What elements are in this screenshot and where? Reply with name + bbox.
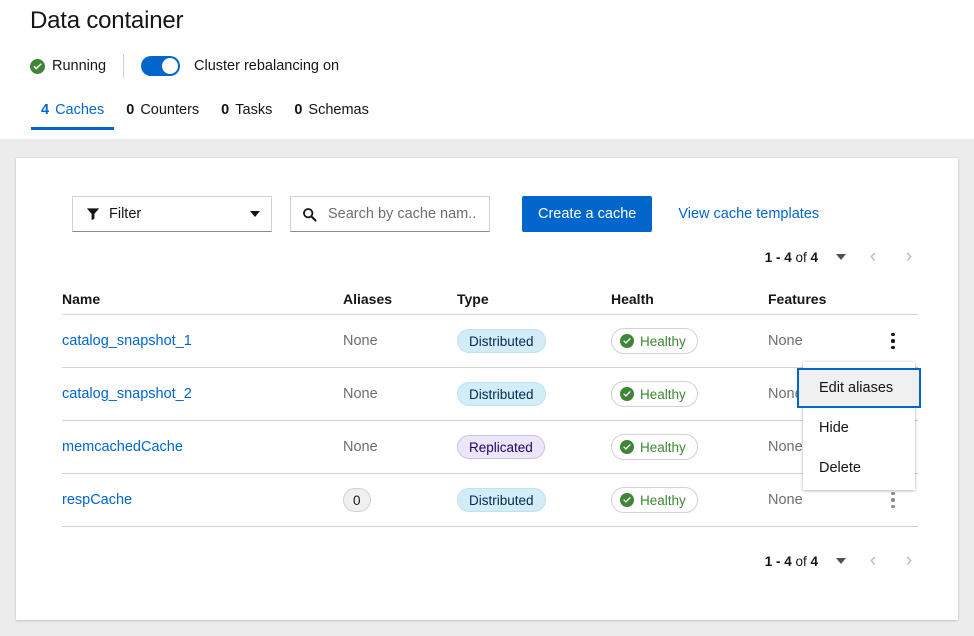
chevron-down-icon	[836, 558, 846, 564]
toggle-knob	[162, 58, 179, 74]
pagination-bottom-summary: 1 - 4 of 4	[765, 554, 818, 569]
cluster-rebalancing-toggle[interactable]	[141, 56, 181, 76]
chevron-down-icon	[836, 254, 846, 260]
check-circle-icon	[620, 440, 634, 454]
cache-health-label: Healthy	[640, 333, 686, 349]
pagination-top-of: of	[791, 249, 811, 265]
pagination-bottom-range: 1 - 4	[764, 553, 792, 569]
pagination-bottom-next-button[interactable]: ›	[892, 546, 926, 576]
cache-type-badge: Replicated	[457, 435, 545, 459]
cache-features: None	[768, 439, 803, 455]
chevron-down-icon	[250, 211, 260, 217]
cache-health-badge: Healthy	[611, 487, 698, 513]
pagination-bottom-total: 4	[810, 553, 818, 569]
tab-schemas-count: 0	[294, 102, 303, 118]
cache-name-link[interactable]: catalog_snapshot_1	[62, 333, 192, 349]
column-header-aliases: Aliases	[343, 290, 393, 307]
pagination-bottom: 1 - 4 of 4 ‹ ›	[765, 546, 926, 576]
table-row: memcachedCache None Replicated Healthy N…	[62, 421, 918, 474]
rebalancing-control: Cluster rebalancing on	[141, 56, 339, 76]
filter-dropdown[interactable]: Filter	[72, 196, 272, 232]
filter-label: Filter	[109, 206, 142, 222]
tab-schemas[interactable]: 0 Schemas	[283, 98, 380, 130]
cache-health-label: Healthy	[640, 386, 686, 402]
cache-health-badge: Healthy	[611, 381, 698, 407]
tab-tasks-label: Tasks	[235, 102, 273, 118]
pagination-bottom-prev-button[interactable]: ‹	[856, 546, 890, 576]
pagination-top: 1 - 4 of 4 ‹ ›	[765, 242, 926, 272]
column-header-features: Features	[768, 290, 827, 307]
cache-health-badge: Healthy	[611, 434, 698, 460]
pagination-top-total: 4	[810, 249, 818, 265]
tab-tasks-count: 0	[221, 102, 230, 118]
create-cache-button[interactable]: Create a cache	[522, 196, 653, 232]
check-circle-icon	[30, 58, 45, 74]
cache-type-badge: Distributed	[457, 382, 546, 406]
tab-counters-count: 0	[126, 102, 135, 118]
menu-item-edit-aliases[interactable]: Edit aliases	[797, 368, 921, 408]
status-label: Running	[52, 58, 107, 74]
view-cache-templates-link[interactable]: View cache templates	[678, 206, 819, 222]
cache-aliases-badge: 0	[343, 488, 371, 512]
cache-type-badge: Distributed	[457, 488, 546, 512]
menu-item-delete[interactable]: Delete	[803, 448, 915, 488]
funnel-icon	[86, 208, 100, 221]
tab-bar: 4 Caches 0 Counters 0 Tasks 0 Schemas	[30, 98, 380, 130]
pagination-top-summary: 1 - 4 of 4	[765, 250, 818, 265]
cache-name-link[interactable]: memcachedCache	[62, 439, 183, 455]
pagination-bottom-of: of	[791, 553, 811, 569]
pagination-top-next-button[interactable]: ›	[892, 242, 926, 272]
rebalancing-label: Cluster rebalancing on	[194, 58, 340, 74]
cache-health-label: Healthy	[640, 439, 686, 455]
table-header-row: Name Aliases Type Health Features	[62, 283, 918, 315]
menu-item-hide[interactable]: Hide	[803, 408, 915, 448]
table-row: catalog_snapshot_1 None Distributed Heal…	[62, 315, 918, 368]
cache-type-badge: Distributed	[457, 329, 546, 353]
row-actions-menu: Edit aliases Hide Delete	[797, 362, 921, 490]
caches-table: Name Aliases Type Health Features catalo…	[62, 283, 918, 527]
tab-caches-label: Caches	[55, 102, 105, 118]
check-circle-icon	[620, 334, 634, 348]
search-input[interactable]	[326, 205, 479, 223]
cache-aliases: None	[343, 333, 378, 349]
cache-name-link[interactable]: catalog_snapshot_2	[62, 386, 192, 402]
cache-aliases: None	[343, 386, 378, 402]
container-status: Running	[30, 58, 106, 74]
tab-counters-label: Counters	[140, 102, 200, 118]
check-circle-icon	[620, 493, 634, 507]
pagination-top-perpage-toggle[interactable]	[828, 244, 854, 270]
column-header-health: Health	[611, 290, 654, 307]
table-row: catalog_snapshot_2 None Distributed Heal…	[62, 368, 918, 421]
pagination-top-prev-button[interactable]: ‹	[856, 242, 890, 272]
cache-features: None	[768, 333, 803, 349]
tab-caches-count: 4	[41, 102, 50, 118]
check-circle-icon	[620, 387, 634, 401]
pagination-bottom-perpage-toggle[interactable]	[828, 548, 854, 574]
cache-health-label: Healthy	[640, 492, 686, 508]
cache-aliases: None	[343, 439, 378, 455]
page-title: Data container	[30, 7, 184, 34]
tab-tasks[interactable]: 0 Tasks	[210, 98, 283, 130]
tab-schemas-label: Schemas	[308, 102, 369, 118]
caches-toolbar: Filter Create a cache View cache templat…	[72, 196, 819, 232]
column-header-type: Type	[457, 290, 489, 307]
page-header: Data container Running Cluster rebalanci…	[0, 0, 974, 139]
app-root: Data container Running Cluster rebalanci…	[0, 0, 974, 636]
table-row: respCache 0 Distributed Healthy None	[62, 474, 918, 527]
column-header-name: Name	[62, 290, 101, 307]
pagination-top-range: 1 - 4	[764, 249, 792, 265]
cache-health-badge: Healthy	[611, 328, 698, 354]
tab-counters[interactable]: 0 Counters	[115, 98, 210, 130]
divider	[123, 54, 125, 78]
status-row: Running Cluster rebalancing on	[30, 53, 339, 79]
row-actions-kebab-button[interactable]	[880, 326, 906, 356]
cache-features: None	[768, 492, 803, 508]
cache-name-link[interactable]: respCache	[62, 492, 132, 508]
search-icon	[303, 207, 317, 222]
search-box[interactable]	[290, 196, 490, 232]
tab-caches[interactable]: 4 Caches	[30, 98, 115, 130]
